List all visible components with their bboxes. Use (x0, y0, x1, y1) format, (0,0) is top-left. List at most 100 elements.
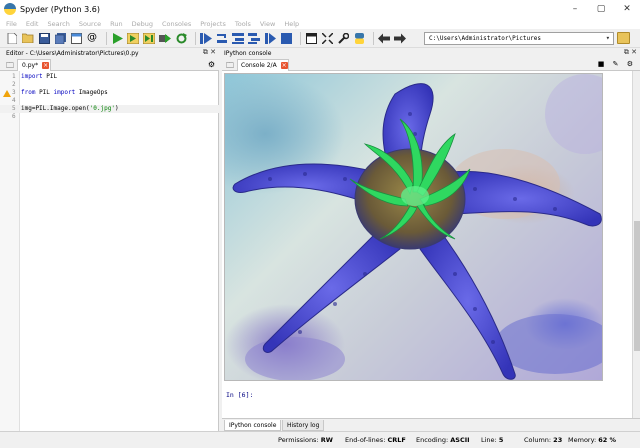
scrollbar-thumb[interactable] (634, 221, 640, 351)
main-toolbar: @ C:\Users\Administrator\Pictures ▾ (0, 29, 640, 48)
editor-pane-header: Editor - C:\Users\Administrator\Pictures… (0, 48, 219, 58)
code-line[interactable]: 4 (0, 97, 219, 105)
continue-icon[interactable] (264, 32, 276, 44)
menu-tools[interactable]: Tools (235, 20, 251, 28)
rerun-icon[interactable] (175, 32, 187, 44)
working-directory-value: C:\Users\Administrator\Pictures (429, 35, 541, 42)
maximize-pane-icon[interactable] (305, 32, 317, 44)
status-eol: End-of-lines: CRLF (345, 436, 406, 444)
status-memory: Memory: 62 % (568, 436, 617, 444)
starfish-image (232, 74, 602, 380)
code-text: ) (114, 105, 119, 112)
code-line-current[interactable]: 5 img=PIL.Image.open('0.jpg') (0, 105, 219, 113)
run-icon[interactable] (111, 32, 123, 44)
line-gutter (0, 71, 20, 431)
new-file-icon[interactable] (6, 32, 18, 44)
tab-ipython-console[interactable]: IPython console (224, 420, 282, 431)
maximize-button[interactable]: ▢ (588, 0, 614, 18)
run-cell-icon[interactable] (127, 32, 139, 44)
minimize-button[interactable]: – (562, 0, 588, 18)
preferences-wrench-icon[interactable] (337, 32, 349, 44)
step-return-icon[interactable] (248, 32, 260, 44)
browse-folder-icon[interactable] (617, 32, 630, 44)
line-number: 3 (12, 89, 16, 96)
console-tab-bar: 🗀 Console 2/A × ■ ✎ ⚙ (222, 58, 640, 71)
forward-arrow-icon[interactable] (394, 32, 406, 44)
menu-debug[interactable]: Debug (132, 20, 153, 28)
console-prompt[interactable]: In [6]: (226, 391, 253, 399)
console-bottom-tabs: IPython console History log (222, 418, 640, 431)
menu-help[interactable]: Help (284, 20, 299, 28)
line-number: 4 (12, 97, 16, 104)
tab-0-py[interactable]: 0.py* × (17, 59, 51, 71)
step-into-icon[interactable] (232, 32, 244, 44)
menu-search[interactable]: Search (47, 20, 69, 28)
fullscreen-icon[interactable] (321, 32, 333, 44)
line-number: 5 (12, 105, 16, 112)
code-line[interactable]: 3 from PIL import ImageOps (0, 89, 219, 97)
editor-tab-bar: 🗀 0.py* × ⚙ (0, 58, 219, 71)
title-bar: Spyder (Python 3.6) – ▢ ✕ (0, 0, 640, 18)
working-directory-input[interactable]: C:\Users\Administrator\Pictures ▾ (424, 32, 614, 45)
tab-label: 0.py* (22, 62, 39, 69)
tab-history-log[interactable]: History log (282, 420, 325, 431)
menu-consoles[interactable]: Consoles (162, 20, 191, 28)
pane-options-icon[interactable]: ⧉ ✕ (624, 48, 637, 57)
code-text: PIL (42, 73, 58, 80)
status-encoding: Encoding: ASCII (416, 436, 470, 444)
status-column: Column: 23 (524, 436, 563, 444)
save-all-icon[interactable] (54, 32, 66, 44)
toolbar-separator (373, 31, 374, 45)
warning-icon[interactable] (3, 90, 11, 97)
open-file-icon[interactable] (22, 32, 34, 44)
status-permissions: Permissions: RW (278, 436, 333, 444)
close-tab-icon[interactable]: × (42, 62, 50, 69)
toolbar-separator (106, 31, 107, 45)
tab-console[interactable]: Console 2/A × (237, 59, 289, 71)
window-title: Spyder (Python 3.6) (20, 4, 100, 14)
chevron-down-icon[interactable]: ▾ (606, 34, 610, 42)
pane-options-icon[interactable]: ⧉ ✕ (203, 48, 216, 57)
console-scrollbar[interactable] (632, 71, 640, 418)
back-arrow-icon[interactable] (378, 32, 390, 44)
gear-icon[interactable]: ⚙ (208, 60, 215, 69)
menu-run[interactable]: Run (110, 20, 122, 28)
console-pane-header: IPython console ⧉ ✕ (222, 48, 640, 58)
spyder-logo-icon (4, 3, 16, 15)
step-icon[interactable] (216, 32, 228, 44)
run-selection-icon[interactable] (159, 32, 171, 44)
ipython-console[interactable]: In [6]: (222, 71, 632, 418)
tab-label: Console 2/A (241, 62, 277, 69)
close-tab-icon[interactable]: × (280, 62, 288, 69)
code-line[interactable]: 1 import PIL (0, 73, 219, 81)
code-text: img=PIL.Image.open( (21, 105, 90, 112)
menu-file[interactable]: File (6, 20, 17, 28)
code-text: PIL (35, 89, 54, 96)
keyword: from (21, 89, 36, 96)
keyword: import (21, 73, 43, 80)
menu-source[interactable]: Source (79, 20, 101, 28)
code-line[interactable]: 2 (0, 81, 219, 89)
console-options-icon[interactable]: ■ ✎ ⚙ (598, 60, 636, 68)
line-number: 2 (12, 81, 16, 88)
code-line[interactable]: 6 (0, 113, 219, 121)
line-number: 1 (12, 73, 16, 80)
menu-projects[interactable]: Projects (200, 20, 226, 28)
close-button[interactable]: ✕ (614, 0, 640, 18)
code-editor[interactable]: 1 import PIL 2 3 from PIL import ImageOp… (0, 71, 219, 431)
python-path-icon[interactable] (353, 32, 365, 44)
at-icon[interactable]: @ (86, 32, 98, 44)
keyword: import (53, 89, 76, 96)
inline-plot-image (224, 73, 603, 381)
menu-edit[interactable]: Edit (26, 20, 39, 28)
editor-title: Editor - C:\Users\Administrator\Pictures… (6, 49, 139, 57)
stop-debug-icon[interactable] (280, 32, 292, 44)
menu-view[interactable]: View (260, 20, 275, 28)
line-number: 6 (12, 113, 16, 120)
new-window-icon[interactable] (70, 32, 82, 44)
status-bar: Permissions: RW End-of-lines: CRLF Encod… (0, 431, 640, 448)
save-icon[interactable] (38, 32, 50, 44)
run-cell-advance-icon[interactable] (143, 32, 155, 44)
code-text: ImageOps (75, 89, 108, 96)
debug-icon[interactable] (200, 32, 212, 44)
